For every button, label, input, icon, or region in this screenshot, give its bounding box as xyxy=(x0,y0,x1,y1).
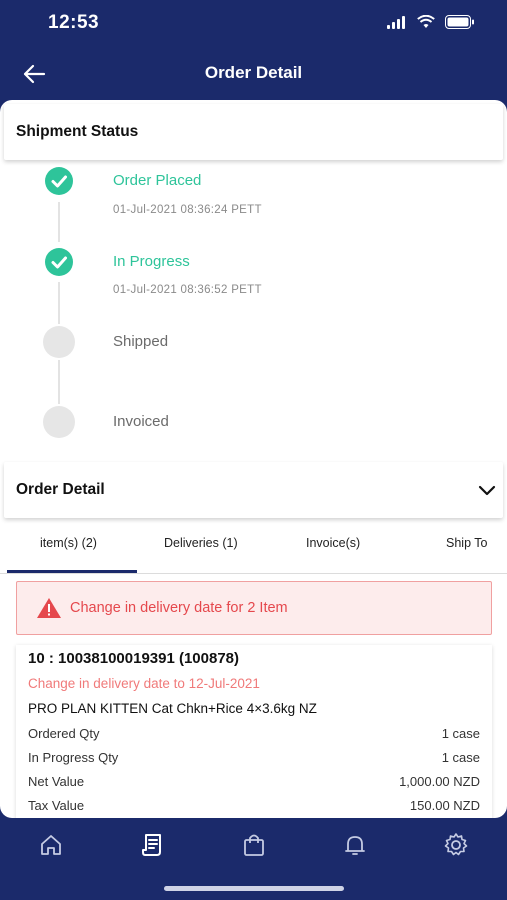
status-bar: 12:53 xyxy=(0,0,507,48)
shipment-status-title: Shipment Status xyxy=(16,123,139,140)
chevron-down-icon[interactable] xyxy=(477,480,497,500)
step-label-invoiced: Invoiced xyxy=(113,413,169,430)
top-app-bar: Order Detail xyxy=(0,48,507,100)
step-complete-icon xyxy=(45,167,73,195)
timeline-connector xyxy=(58,360,60,404)
shipment-timeline: Order Placed 01-Jul-2021 08:36:24 PETT I… xyxy=(0,160,507,500)
wifi-icon xyxy=(417,15,435,28)
item-row-net-value: Net Value 1,000.00 NZD xyxy=(28,774,480,792)
row-value: 1 case xyxy=(441,750,480,765)
row-value: 150.00 NZD xyxy=(409,798,480,813)
row-label: In Progress Qty xyxy=(28,750,119,765)
battery-icon xyxy=(445,15,474,29)
item-change-note: Change in delivery date to 12-Jul-2021 xyxy=(28,676,260,691)
step-pending-icon xyxy=(43,406,75,438)
item-row-ordered-qty: Ordered Qty 1 case xyxy=(28,726,480,744)
system-icons xyxy=(387,15,475,29)
order-tabs: item(s) (2) Deliveries (1) Invoice(s) Sh… xyxy=(0,522,507,574)
alert-text: Change in delivery date for 2 Item xyxy=(70,600,288,616)
tab-ship-to[interactable]: Ship To xyxy=(446,536,487,550)
item-row-tax-value: Tax Value 150.00 NZD xyxy=(28,798,480,816)
step-label-order-placed: Order Placed xyxy=(113,172,202,189)
shipment-status-header: Shipment Status xyxy=(4,104,503,160)
active-tab-indicator xyxy=(7,570,137,573)
step-time-in-progress: 01-Jul-2021 08:36:52 PETT xyxy=(113,284,262,296)
timeline-connector xyxy=(58,282,60,324)
signal-icon xyxy=(387,15,405,29)
tab-deliveries[interactable]: Deliveries (1) xyxy=(164,536,238,550)
home-indicator xyxy=(164,886,344,891)
content-panel: Shipment Status Order Placed 01-Jul-2021… xyxy=(0,100,507,818)
step-label-shipped: Shipped xyxy=(113,333,169,350)
order-detail-header[interactable]: Order Detail xyxy=(4,462,503,518)
row-value: 1,000.00 NZD xyxy=(399,774,480,789)
step-label-in-progress: In Progress xyxy=(113,253,190,270)
bell-icon[interactable] xyxy=(342,832,368,858)
line-item-card[interactable]: 10 : 10038100019391 (100878) Change in d… xyxy=(16,645,492,818)
item-row-in-progress-qty: In Progress Qty 1 case xyxy=(28,750,480,768)
order-detail-title: Order Detail xyxy=(16,481,105,498)
delivery-change-alert: Change in delivery date for 2 Item xyxy=(16,581,492,635)
tab-invoices[interactable]: Invoice(s) xyxy=(306,536,360,550)
step-complete-icon xyxy=(45,248,73,276)
clock: 12:53 xyxy=(48,12,100,33)
page-title: Order Detail xyxy=(204,63,303,82)
home-icon[interactable] xyxy=(38,832,64,858)
timeline-connector xyxy=(58,202,60,242)
row-label: Net Value xyxy=(28,774,85,789)
settings-icon[interactable] xyxy=(443,832,469,858)
tab-items[interactable]: item(s) (2) xyxy=(40,536,97,550)
shopping-bag-icon[interactable] xyxy=(241,832,267,858)
item-name: PRO PLAN KITTEN Cat Chkn+Rice 4×3.6kg NZ xyxy=(28,701,317,716)
row-label: Tax Value xyxy=(28,798,85,813)
orders-icon[interactable] xyxy=(140,832,166,858)
step-pending-icon xyxy=(43,326,75,358)
bottom-navigation xyxy=(0,818,507,900)
warning-icon xyxy=(37,598,61,618)
item-id: 10 : 10038100019391 (100878) xyxy=(28,650,240,667)
row-label: Ordered Qty xyxy=(28,726,100,741)
row-value: 1 case xyxy=(441,726,480,741)
step-time-order-placed: 01-Jul-2021 08:36:24 PETT xyxy=(113,204,262,216)
